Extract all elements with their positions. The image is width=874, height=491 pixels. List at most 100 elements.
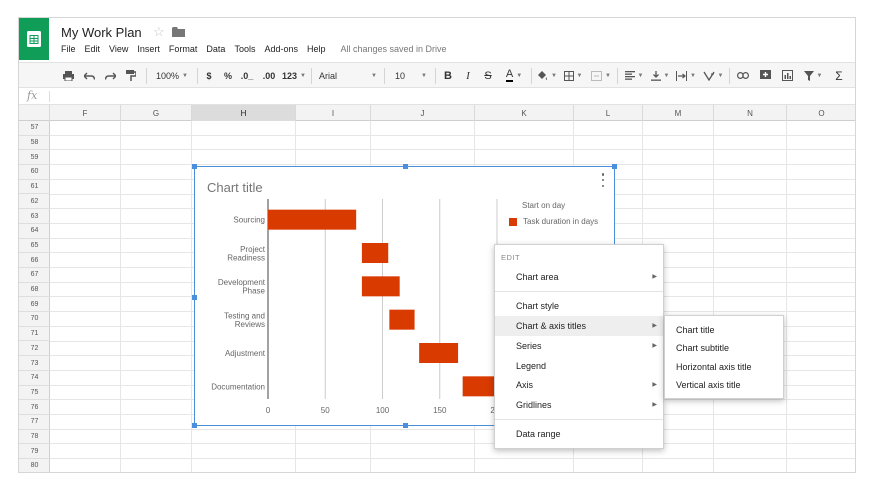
submenu-item-chart-title[interactable]: Chart title xyxy=(665,321,783,339)
menu-item-data-range[interactable]: Data range xyxy=(495,424,663,444)
print-icon[interactable] xyxy=(61,63,75,88)
text-rotation-button[interactable]: ▼ xyxy=(701,63,725,88)
column-header-j[interactable]: J xyxy=(371,105,475,121)
menu-edit[interactable]: Edit xyxy=(85,44,101,54)
percent-format-button[interactable]: % xyxy=(221,63,235,88)
resize-handle-bottom[interactable] xyxy=(403,423,408,428)
menu-view[interactable]: View xyxy=(109,44,128,54)
legend-item-start[interactable]: Start on day xyxy=(522,201,565,210)
font-size-select[interactable]: 10 ▼ xyxy=(391,63,431,88)
menu-item-series[interactable]: Series ▶ xyxy=(495,336,663,356)
menu-help[interactable]: Help xyxy=(307,44,326,54)
gantt-bar[interactable] xyxy=(462,376,497,397)
column-header-i[interactable]: I xyxy=(296,105,371,121)
functions-icon[interactable]: Σ xyxy=(831,63,847,88)
text-color-button[interactable]: A ▼ xyxy=(501,63,527,88)
vertical-align-button[interactable]: ▼ xyxy=(649,63,671,88)
row-header-72[interactable]: 72 xyxy=(19,342,50,357)
row-header-60[interactable]: 60 xyxy=(19,165,50,180)
resize-handle-top-left[interactable] xyxy=(192,164,197,169)
row-header-61[interactable]: 61 xyxy=(19,180,50,195)
row-header-80[interactable]: 80 xyxy=(19,459,50,472)
row-header-64[interactable]: 64 xyxy=(19,224,50,239)
row-header-58[interactable]: 58 xyxy=(19,136,50,151)
strikethrough-button[interactable]: S xyxy=(481,63,495,88)
save-status[interactable]: All changes saved in Drive xyxy=(341,44,447,54)
gantt-bar[interactable] xyxy=(361,243,389,263)
folder-icon[interactable] xyxy=(172,27,185,37)
menu-item-chart-style[interactable]: Chart style xyxy=(495,296,663,316)
resize-handle-bottom-left[interactable] xyxy=(192,423,197,428)
document-title[interactable]: My Work Plan xyxy=(61,25,142,40)
row-header-78[interactable]: 78 xyxy=(19,430,50,445)
menu-item-chart-area[interactable]: Chart area ▶ xyxy=(495,267,663,287)
menu-addons[interactable]: Add-ons xyxy=(264,44,298,54)
submenu-item-chart-subtitle[interactable]: Chart subtitle xyxy=(665,339,783,357)
menu-item-chart-axis-titles[interactable]: Chart & axis titles ▶ xyxy=(495,316,663,336)
legend-item-duration[interactable]: Task duration in days xyxy=(509,217,598,226)
menu-tools[interactable]: Tools xyxy=(234,44,255,54)
row-header-75[interactable]: 75 xyxy=(19,386,50,401)
row-header-73[interactable]: 73 xyxy=(19,356,50,371)
row-header-62[interactable]: 62 xyxy=(19,195,50,210)
borders-button[interactable]: ▼ xyxy=(561,63,585,88)
column-header-l[interactable]: L xyxy=(574,105,643,121)
resize-handle-top-right[interactable] xyxy=(612,164,617,169)
resize-handle-left[interactable] xyxy=(192,295,197,300)
merge-cells-button[interactable]: ▼ xyxy=(589,63,613,88)
row-header-63[interactable]: 63 xyxy=(19,209,50,224)
row-header-66[interactable]: 66 xyxy=(19,253,50,268)
row-header-59[interactable]: 59 xyxy=(19,150,50,166)
row-header-68[interactable]: 68 xyxy=(19,283,50,298)
column-header-h[interactable]: H xyxy=(192,105,296,121)
resize-handle-top[interactable] xyxy=(403,164,408,169)
insert-chart-icon[interactable] xyxy=(779,63,795,88)
submenu-item-vertical-axis-title[interactable]: Vertical axis title xyxy=(665,376,783,394)
column-header-f[interactable]: F xyxy=(50,105,121,121)
column-header-n[interactable]: N xyxy=(714,105,787,121)
row-header-74[interactable]: 74 xyxy=(19,371,50,386)
gantt-bar[interactable] xyxy=(361,276,400,297)
fill-color-button[interactable]: ▼ xyxy=(536,63,558,88)
filter-button[interactable]: ▼ xyxy=(802,63,824,88)
menu-format[interactable]: Format xyxy=(169,44,198,54)
column-header-k[interactable]: K xyxy=(475,105,574,121)
submenu-item-horizontal-axis-title[interactable]: Horizontal axis title xyxy=(665,358,783,376)
gantt-bar[interactable] xyxy=(389,309,415,330)
sheets-logo-icon[interactable] xyxy=(19,18,49,60)
row-header-69[interactable]: 69 xyxy=(19,297,50,313)
increase-decimals-button[interactable]: .00 xyxy=(260,63,278,88)
row-header-65[interactable]: 65 xyxy=(19,239,50,254)
menu-insert[interactable]: Insert xyxy=(137,44,160,54)
paint-format-icon[interactable] xyxy=(124,63,138,88)
zoom-select[interactable]: 100% ▼ xyxy=(152,63,192,88)
decrease-decimals-button[interactable]: .0_ xyxy=(239,63,255,88)
row-header-79[interactable]: 79 xyxy=(19,444,50,460)
menu-item-legend[interactable]: Legend xyxy=(495,356,663,376)
row-header-71[interactable]: 71 xyxy=(19,327,50,342)
number-format-select[interactable]: 123 ▼ xyxy=(281,63,307,88)
redo-icon[interactable] xyxy=(103,63,117,88)
italic-button[interactable]: I xyxy=(461,63,475,88)
column-header-g[interactable]: G xyxy=(121,105,192,121)
font-family-select[interactable]: Arial ▼ xyxy=(317,63,379,88)
gantt-bar[interactable] xyxy=(419,343,459,363)
row-header-70[interactable]: 70 xyxy=(19,312,50,327)
text-wrapping-button[interactable]: ▼ xyxy=(675,63,697,88)
insert-comment-icon[interactable] xyxy=(757,63,773,88)
gantt-bar[interactable] xyxy=(268,209,357,230)
bold-button[interactable]: B xyxy=(441,63,455,88)
menu-item-axis[interactable]: Axis ▶ xyxy=(495,375,663,395)
select-all-corner[interactable] xyxy=(19,105,50,121)
row-header-76[interactable]: 76 xyxy=(19,400,50,415)
row-header-77[interactable]: 77 xyxy=(19,415,50,430)
menu-file[interactable]: File xyxy=(61,44,76,54)
star-icon[interactable]: ☆ xyxy=(153,24,165,40)
menu-data[interactable]: Data xyxy=(206,44,225,54)
undo-icon[interactable] xyxy=(82,63,96,88)
menu-item-gridlines[interactable]: Gridlines ▶ xyxy=(495,395,663,415)
column-header-m[interactable]: M xyxy=(643,105,714,121)
insert-link-icon[interactable] xyxy=(735,63,751,88)
currency-format-button[interactable]: $ xyxy=(202,63,216,88)
row-header-57[interactable]: 57 xyxy=(19,121,50,136)
